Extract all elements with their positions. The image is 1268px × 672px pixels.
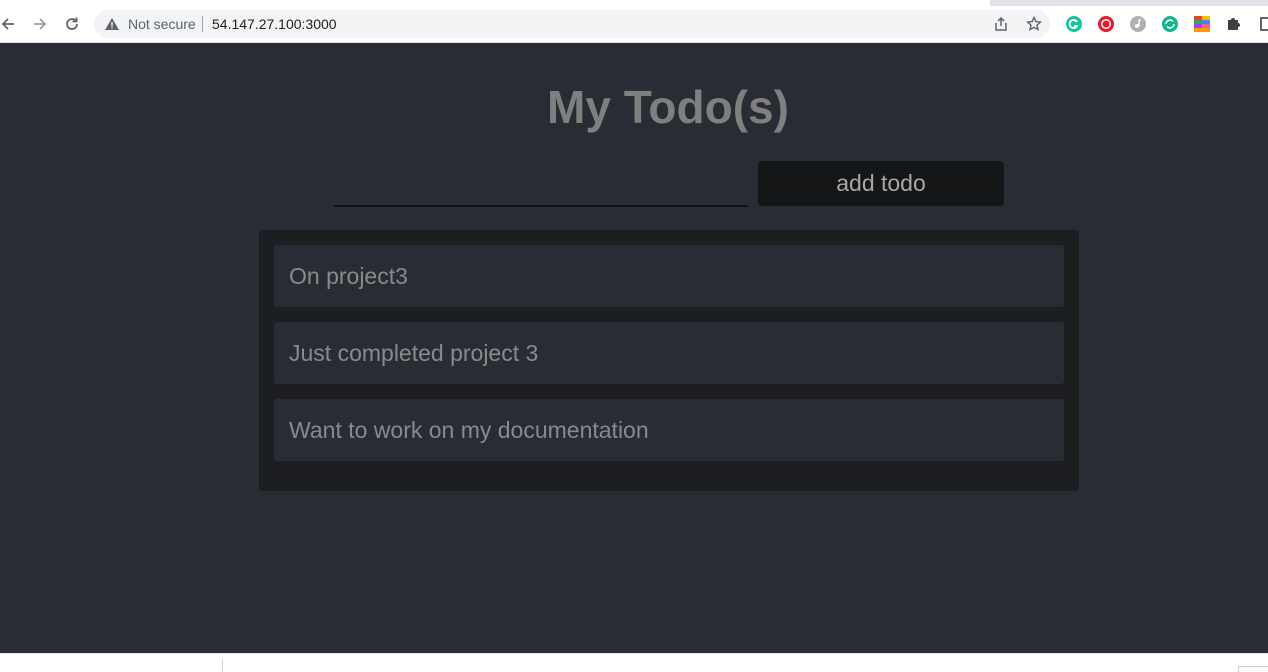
url-text[interactable]: 54.147.27.100:3000 [212, 16, 337, 32]
browser-toolbar: Not secure 54.147.27.100:3000 [0, 6, 1268, 43]
omnibox-divider [202, 16, 203, 32]
back-arrow-icon[interactable] [0, 12, 20, 36]
green-sync-icon[interactable] [1161, 15, 1179, 33]
star-icon[interactable] [1025, 15, 1043, 33]
todo-input[interactable] [334, 163, 748, 207]
address-bar[interactable]: Not secure 54.147.27.100:3000 [94, 10, 1050, 38]
grey-music-icon[interactable] [1129, 15, 1147, 33]
shelf-divider [222, 659, 223, 672]
grammarly-icon[interactable] [1065, 15, 1083, 33]
share-icon[interactable] [992, 15, 1010, 33]
page-viewport: My Todo(s) add todo On project3 Just com… [0, 43, 1268, 653]
side-panel-icon[interactable] [1257, 15, 1268, 33]
todo-item[interactable]: Just completed project 3 [274, 322, 1064, 384]
security-label[interactable]: Not secure [128, 16, 196, 32]
puzzle-icon[interactable] [1225, 15, 1243, 33]
warning-triangle-icon[interactable] [104, 16, 120, 32]
todo-item[interactable]: Want to work on my documentation [274, 399, 1064, 461]
forward-arrow-icon[interactable] [28, 12, 52, 36]
todo-item[interactable]: On project3 [274, 245, 1064, 307]
page-title: My Todo(s) [547, 81, 789, 133]
reload-icon[interactable] [60, 12, 84, 36]
add-todo-button[interactable]: add todo [758, 161, 1004, 206]
red-record-icon[interactable] [1097, 15, 1115, 33]
todo-list: On project3 Just completed project 3 Wan… [259, 230, 1079, 491]
bottom-shelf [0, 653, 1268, 672]
shelf-corner [1238, 666, 1268, 672]
colorful-grid-icon[interactable] [1193, 15, 1211, 33]
